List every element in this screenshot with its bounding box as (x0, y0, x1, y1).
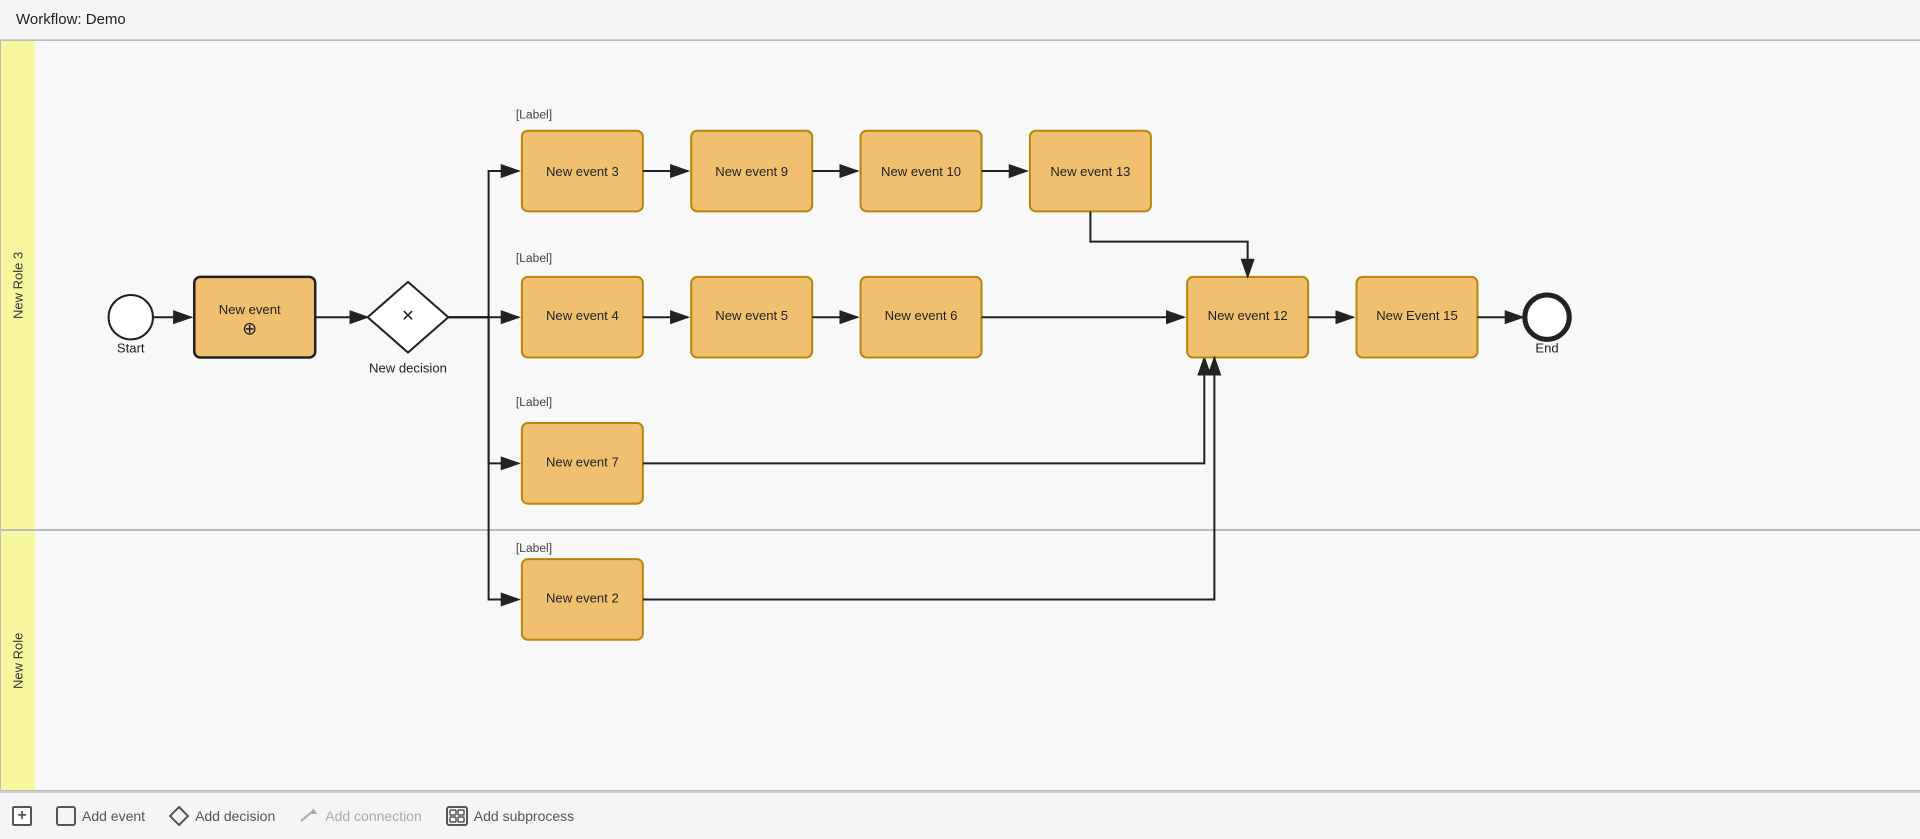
task-new-event-label: New event (219, 302, 281, 317)
task-event15-label: New Event 15 (1376, 308, 1458, 323)
task-event3-label: New event 3 (546, 164, 619, 179)
task-event2-label: New event 2 (546, 590, 619, 605)
arrow-event13-event12 (1090, 211, 1247, 277)
label-row2: [Label] (516, 251, 552, 265)
toolbar: + Add event Add decision Add connection (0, 791, 1920, 839)
start-event[interactable] (109, 295, 153, 339)
main-container: Workflow: Demo New Role 3 New Role Start (0, 0, 1920, 839)
lane-label-top: New Role 3 (0, 41, 35, 529)
task-event6-label: New event 6 (885, 308, 958, 323)
page-title: Workflow: Demo (16, 11, 126, 28)
add-decision-icon (169, 806, 189, 826)
end-label: End (1535, 340, 1558, 355)
arrow-decision-event7 (448, 317, 519, 463)
gateway-x-icon: ✕ (401, 307, 415, 325)
task-event13-label: New event 13 (1050, 164, 1130, 179)
task-new-event[interactable] (194, 277, 315, 358)
task-event5-label: New event 5 (715, 308, 788, 323)
add-event-item[interactable]: Add event (56, 806, 145, 826)
task-event10-label: New event 10 (881, 164, 961, 179)
add-subprocess-icon (446, 806, 468, 826)
start-label: Start (117, 340, 145, 355)
add-event-label: Add event (82, 808, 145, 824)
add-event-icon (56, 806, 76, 826)
canvas-area: New Role 3 New Role Start New event ⊕ (0, 40, 1920, 791)
add-button[interactable]: + (12, 806, 32, 826)
label-row1: [Label] (516, 108, 552, 122)
add-connection-label: Add connection (325, 808, 422, 824)
label-row3: [Label] (516, 395, 552, 409)
add-connection-item[interactable]: Add connection (299, 806, 422, 826)
arrow-decision-event2 (448, 317, 519, 599)
title-bar: Workflow: Demo (0, 0, 1920, 40)
task-event4-label: New event 4 (546, 308, 619, 323)
task-event12-label: New event 12 (1208, 308, 1288, 323)
arrow-event2-event12 (643, 358, 1215, 600)
add-connection-icon (299, 806, 319, 826)
arrow-decision-event3 (448, 171, 519, 317)
add-subprocess-item[interactable]: Add subprocess (446, 806, 574, 826)
add-decision-label: Add decision (195, 808, 275, 824)
label-row4: [Label] (516, 541, 552, 555)
task-event9-label: New event 9 (715, 164, 788, 179)
arrow-event7-event12 (643, 358, 1204, 464)
lane-label-bottom: New Role (0, 531, 35, 790)
add-decision-item[interactable]: Add decision (169, 806, 275, 826)
end-event[interactable] (1525, 295, 1569, 339)
move-icon: ⊕ (242, 318, 257, 338)
diagram-svg: Start New event ⊕ ✕ New decision [Label]… (35, 40, 1920, 791)
decision-label: New decision (369, 361, 447, 376)
add-subprocess-label: Add subprocess (474, 808, 574, 824)
task-event7-label: New event 7 (546, 454, 619, 469)
